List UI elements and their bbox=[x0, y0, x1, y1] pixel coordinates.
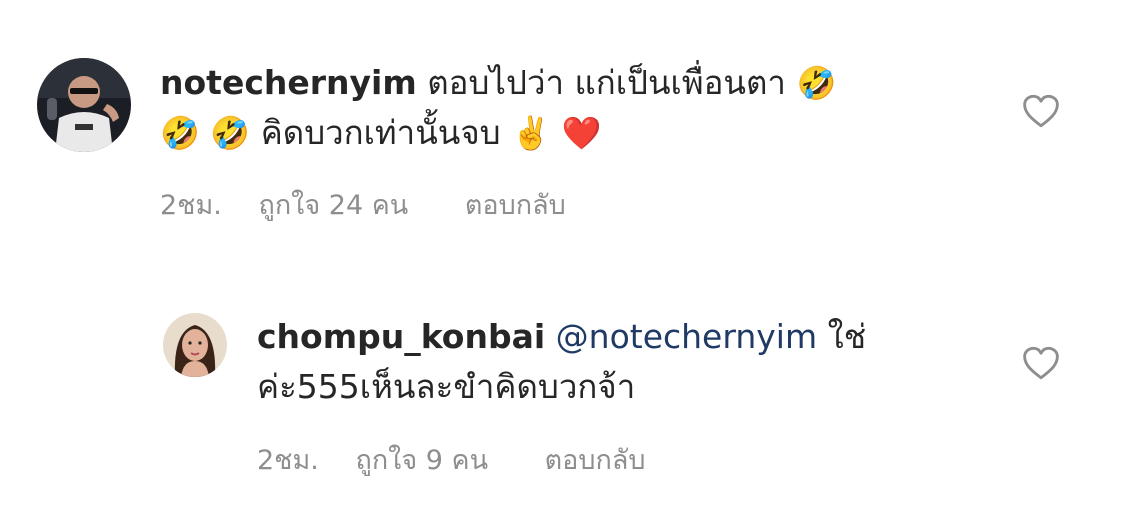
mention-link[interactable]: @notechernyim bbox=[556, 317, 817, 356]
comment-meta: 2ชม. ถูกใจ 24 คน ตอบกลับ bbox=[160, 183, 566, 226]
reply-button[interactable]: ตอบกลับ bbox=[545, 438, 646, 481]
avatar-man-sunglasses-icon bbox=[37, 58, 131, 152]
reply-button[interactable]: ตอบกลับ bbox=[465, 183, 566, 226]
comment-text: notechernyim ตอบไปว่า แก่เป็นเพื่อนตา 🤣 … bbox=[160, 58, 960, 158]
victory-hand-emoji-icon: ✌️ bbox=[511, 114, 551, 152]
rofl-emoji-icon: 🤣 bbox=[210, 114, 251, 152]
reply-meta: 2ชม. ถูกใจ 9 คน ตอบกลับ bbox=[257, 438, 646, 481]
comment-1: notechernyim ตอบไปว่า แก่เป็นเพื่อนตา 🤣 … bbox=[0, 0, 1125, 240]
user-avatar[interactable] bbox=[163, 313, 227, 377]
comment-time: 2ชม. bbox=[160, 190, 222, 221]
comment-body-line2: คิดบวกเท่านั้นจบ bbox=[260, 113, 501, 152]
like-heart-icon[interactable] bbox=[1021, 345, 1061, 381]
reply-body-line2: ค่ะ555เห็นละขำคิดบวกจ้า bbox=[257, 367, 636, 406]
user-avatar[interactable] bbox=[37, 58, 131, 152]
reply-time: 2ชม. bbox=[257, 445, 319, 476]
reply-text: chompu_konbai @notechernyim ใช่ ค่ะ555เห… bbox=[257, 312, 957, 412]
red-heart-emoji-icon: ❤️ bbox=[561, 114, 602, 152]
reply-likes[interactable]: ถูกใจ 9 คน bbox=[355, 438, 488, 481]
comment-body: ตอบไปว่า แก่เป็นเพื่อนตา bbox=[427, 63, 786, 102]
rofl-emoji-icon: 🤣 bbox=[160, 114, 200, 152]
comment-likes[interactable]: ถูกใจ 24 คน bbox=[258, 183, 408, 226]
comment-2: chompu_konbai @notechernyim ใช่ ค่ะ555เห… bbox=[0, 290, 1125, 490]
reply-username[interactable]: chompu_konbai bbox=[257, 317, 545, 356]
comment-username[interactable]: notechernyim bbox=[160, 63, 417, 102]
reply-body: ใช่ bbox=[827, 317, 867, 356]
rofl-emoji-icon: 🤣 bbox=[796, 64, 837, 102]
like-heart-icon[interactable] bbox=[1021, 93, 1061, 129]
avatar-woman-icon bbox=[163, 313, 227, 377]
